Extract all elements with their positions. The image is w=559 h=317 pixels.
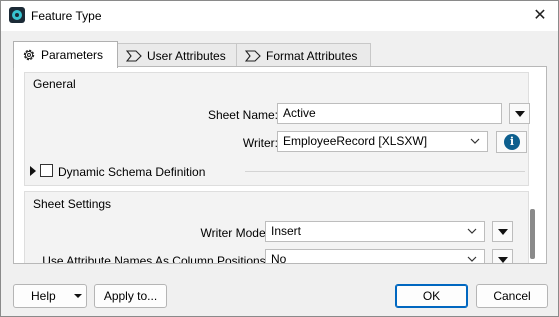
section-divider xyxy=(245,171,525,172)
dynamic-schema-checkbox[interactable] xyxy=(40,164,53,177)
column-positions-label: Use Attribute Names As Column Positions: xyxy=(42,254,269,264)
column-positions-select[interactable]: No xyxy=(265,249,485,264)
sheet-settings-group: Sheet Settings Writer Mode: Insert Use A… xyxy=(24,191,529,264)
scrollbar-thumb[interactable] xyxy=(530,209,535,259)
column-positions-value: No xyxy=(271,252,287,264)
tab-label: Format Attributes xyxy=(266,48,358,63)
ok-button[interactable]: OK xyxy=(395,284,468,308)
writer-info-button[interactable]: i xyxy=(496,131,527,153)
tab-label: User Attributes xyxy=(147,48,226,63)
expand-arrow-icon[interactable] xyxy=(30,166,36,176)
chevron-down-icon xyxy=(467,256,477,262)
help-button[interactable]: Help xyxy=(13,284,87,308)
sheet-name-input[interactable]: Active xyxy=(277,103,502,124)
title-bar: Feature Type ✕ xyxy=(1,1,558,31)
chevron-down-icon xyxy=(467,228,477,234)
writer-mode-select[interactable]: Insert xyxy=(265,221,485,242)
tag-icon xyxy=(245,49,261,62)
sheet-name-label: Sheet Name: xyxy=(207,108,278,122)
apply-to-label: Apply to... xyxy=(103,289,158,303)
group-title-general: General xyxy=(33,77,76,91)
feature-type-dialog: Feature Type ✕ Parameters User Attribute… xyxy=(0,0,559,317)
app-icon xyxy=(9,7,25,23)
cancel-label: Cancel xyxy=(493,289,531,303)
tab-label: Parameters xyxy=(41,48,104,62)
info-icon: i xyxy=(504,134,520,150)
chevron-down-icon xyxy=(470,138,480,144)
tab-format-attributes[interactable]: Format Attributes xyxy=(236,43,371,67)
chevron-down-icon xyxy=(74,294,82,298)
tab-user-attributes[interactable]: User Attributes xyxy=(117,43,237,67)
tag-icon xyxy=(126,49,142,62)
group-title-sheet-settings: Sheet Settings xyxy=(33,197,112,211)
sheet-name-menu-button[interactable] xyxy=(509,103,530,124)
writer-value: EmployeeRecord [XLSXW] xyxy=(283,134,428,148)
close-icon[interactable]: ✕ xyxy=(530,6,550,26)
writer-mode-value: Insert xyxy=(271,224,302,238)
ok-label: OK xyxy=(422,289,441,303)
cancel-button[interactable]: Cancel xyxy=(476,284,548,308)
writer-label: Writer: xyxy=(242,136,278,150)
help-label: Help xyxy=(31,289,56,303)
writer-select[interactable]: EmployeeRecord [XLSXW] xyxy=(277,131,488,152)
tab-parameters[interactable]: Parameters xyxy=(13,41,118,68)
sheet-name-value: Active xyxy=(283,106,316,120)
apply-to-button[interactable]: Apply to... xyxy=(94,284,167,308)
dynamic-schema-label: Dynamic Schema Definition xyxy=(58,165,206,179)
general-group: General Sheet Name: Active Writer: Emplo… xyxy=(24,72,530,186)
writer-mode-menu-button[interactable] xyxy=(492,221,513,242)
window-title: Feature Type xyxy=(31,9,102,23)
gear-icon xyxy=(23,49,35,61)
column-positions-menu-button[interactable] xyxy=(492,249,513,263)
parameters-panel: General Sheet Name: Active Writer: Emplo… xyxy=(13,66,547,264)
writer-mode-label: Writer Mode: xyxy=(200,226,269,240)
